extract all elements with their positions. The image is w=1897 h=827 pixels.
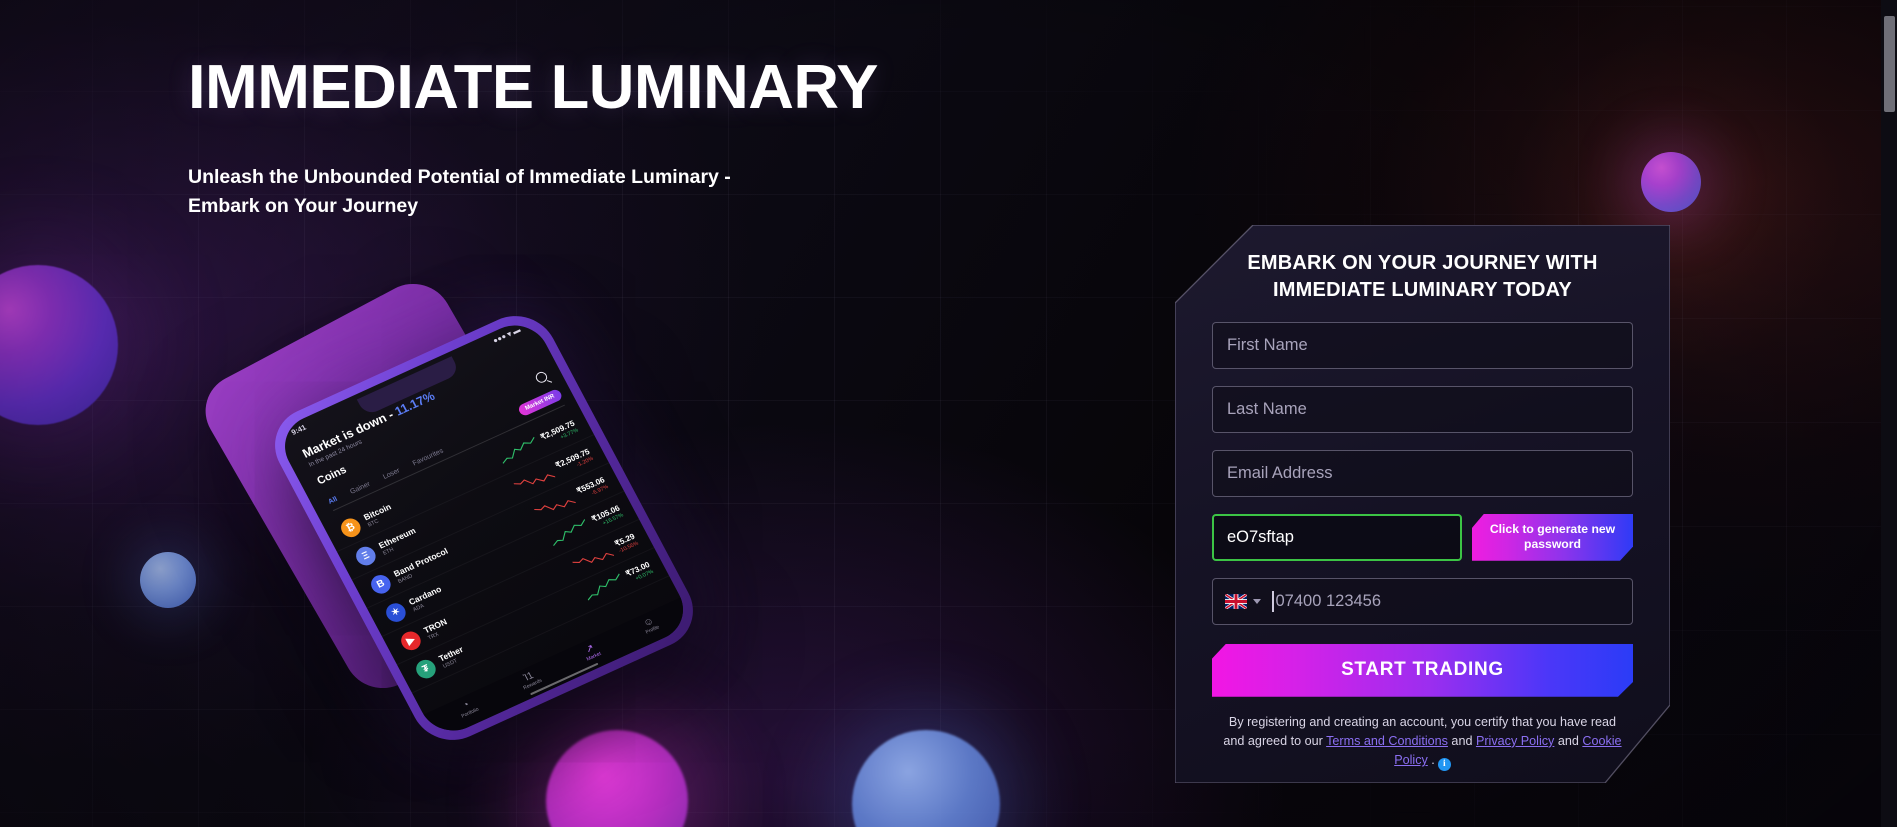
coin-tab-gainer[interactable]: Gainer <box>349 481 371 496</box>
coin-icon: B <box>367 571 394 597</box>
status-time: 9:41 <box>289 422 308 437</box>
coin-icon: ₮ <box>412 656 440 682</box>
hero-section: IMMEDIATE LUMINARY Unleash the Unbounded… <box>188 55 948 222</box>
coin-icon: Ξ <box>352 543 379 569</box>
phone-number-field[interactable] <box>1212 577 1633 625</box>
decorative-orb-blue-left <box>140 552 196 608</box>
phone-mockup: 9:41 ●●● ▾ ▬ Market is down - 11.17% In … <box>191 270 1000 827</box>
scrollbar-track[interactable] <box>1881 0 1897 827</box>
coin-icon: ₿ <box>337 515 364 541</box>
coin-price-block: ₹73.00 +0.07% <box>624 560 654 585</box>
legal-disclaimer: By registering and creating an account, … <box>1212 713 1633 771</box>
legal-text-2: and <box>1447 733 1476 748</box>
decorative-orb-magenta-right <box>1641 152 1701 212</box>
nav-item-portfolio[interactable]: ◔ Portfolio <box>456 697 480 720</box>
market-icon: ↗ <box>583 642 597 656</box>
privacy-policy-link[interactable]: Privacy Policy <box>1476 734 1554 748</box>
password-row: Click to generate new password <box>1212 513 1633 561</box>
coin-tab-all[interactable]: All <box>327 496 338 506</box>
status-indicators: ●●● ▾ ▬ <box>491 325 522 346</box>
rewards-icon: Ἰ1 <box>521 669 536 684</box>
password-input[interactable] <box>1212 513 1462 561</box>
coin-price-block: ₹5.29 -10.56% <box>613 531 639 554</box>
nav-item-profile[interactable]: ☺ Profile <box>640 615 660 636</box>
landing-page: IMMEDIATE LUMINARY Unleash the Unbounded… <box>0 0 1897 827</box>
form-title: EMBARK ON YOUR JOURNEY WITH IMMEDIATE LU… <box>1247 252 1598 302</box>
email-input[interactable] <box>1212 449 1633 497</box>
coin-icon: ✶ <box>382 600 410 625</box>
coin-tab-loser[interactable]: Loser <box>382 467 401 480</box>
legal-text-4: . <box>1427 753 1435 768</box>
legal-text-3: and <box>1554 733 1583 748</box>
coin-tab-favourites[interactable]: Favourites <box>412 448 445 468</box>
info-icon[interactable]: i <box>1437 757 1451 771</box>
last-name-input[interactable] <box>1212 385 1633 433</box>
chevron-down-icon <box>1253 598 1261 604</box>
sparkline-icon <box>587 573 620 601</box>
scrollbar-thumb[interactable] <box>1884 16 1895 112</box>
coin-icon: ▶ <box>397 628 425 654</box>
nav-item-market[interactable]: ↗ Market <box>581 642 602 662</box>
signup-form: EMBARK ON YOUR JOURNEY WITH IMMEDIATE LU… <box>1175 225 1670 783</box>
uk-flag-icon <box>1225 593 1247 609</box>
profile-icon: ☺ <box>641 615 656 629</box>
phone-input[interactable] <box>1273 578 1620 624</box>
coin-price-block: ₹105.06 +16.57% <box>590 503 624 529</box>
generate-password-button[interactable]: Click to generate new password <box>1472 514 1633 561</box>
portfolio-icon: ◔ <box>460 699 472 712</box>
start-trading-button[interactable]: START TRADING <box>1212 644 1633 697</box>
terms-and-conditions-link[interactable]: Terms and Conditions <box>1326 734 1448 748</box>
hero-subtitle: Unleash the Unbounded Potential of Immed… <box>188 165 731 218</box>
first-name-input[interactable] <box>1212 321 1633 369</box>
country-select-button[interactable] <box>1225 593 1261 609</box>
page-title: IMMEDIATE LUMINARY <box>188 53 878 122</box>
coin-price-block: ₹553.06 -6.97% <box>575 475 609 501</box>
